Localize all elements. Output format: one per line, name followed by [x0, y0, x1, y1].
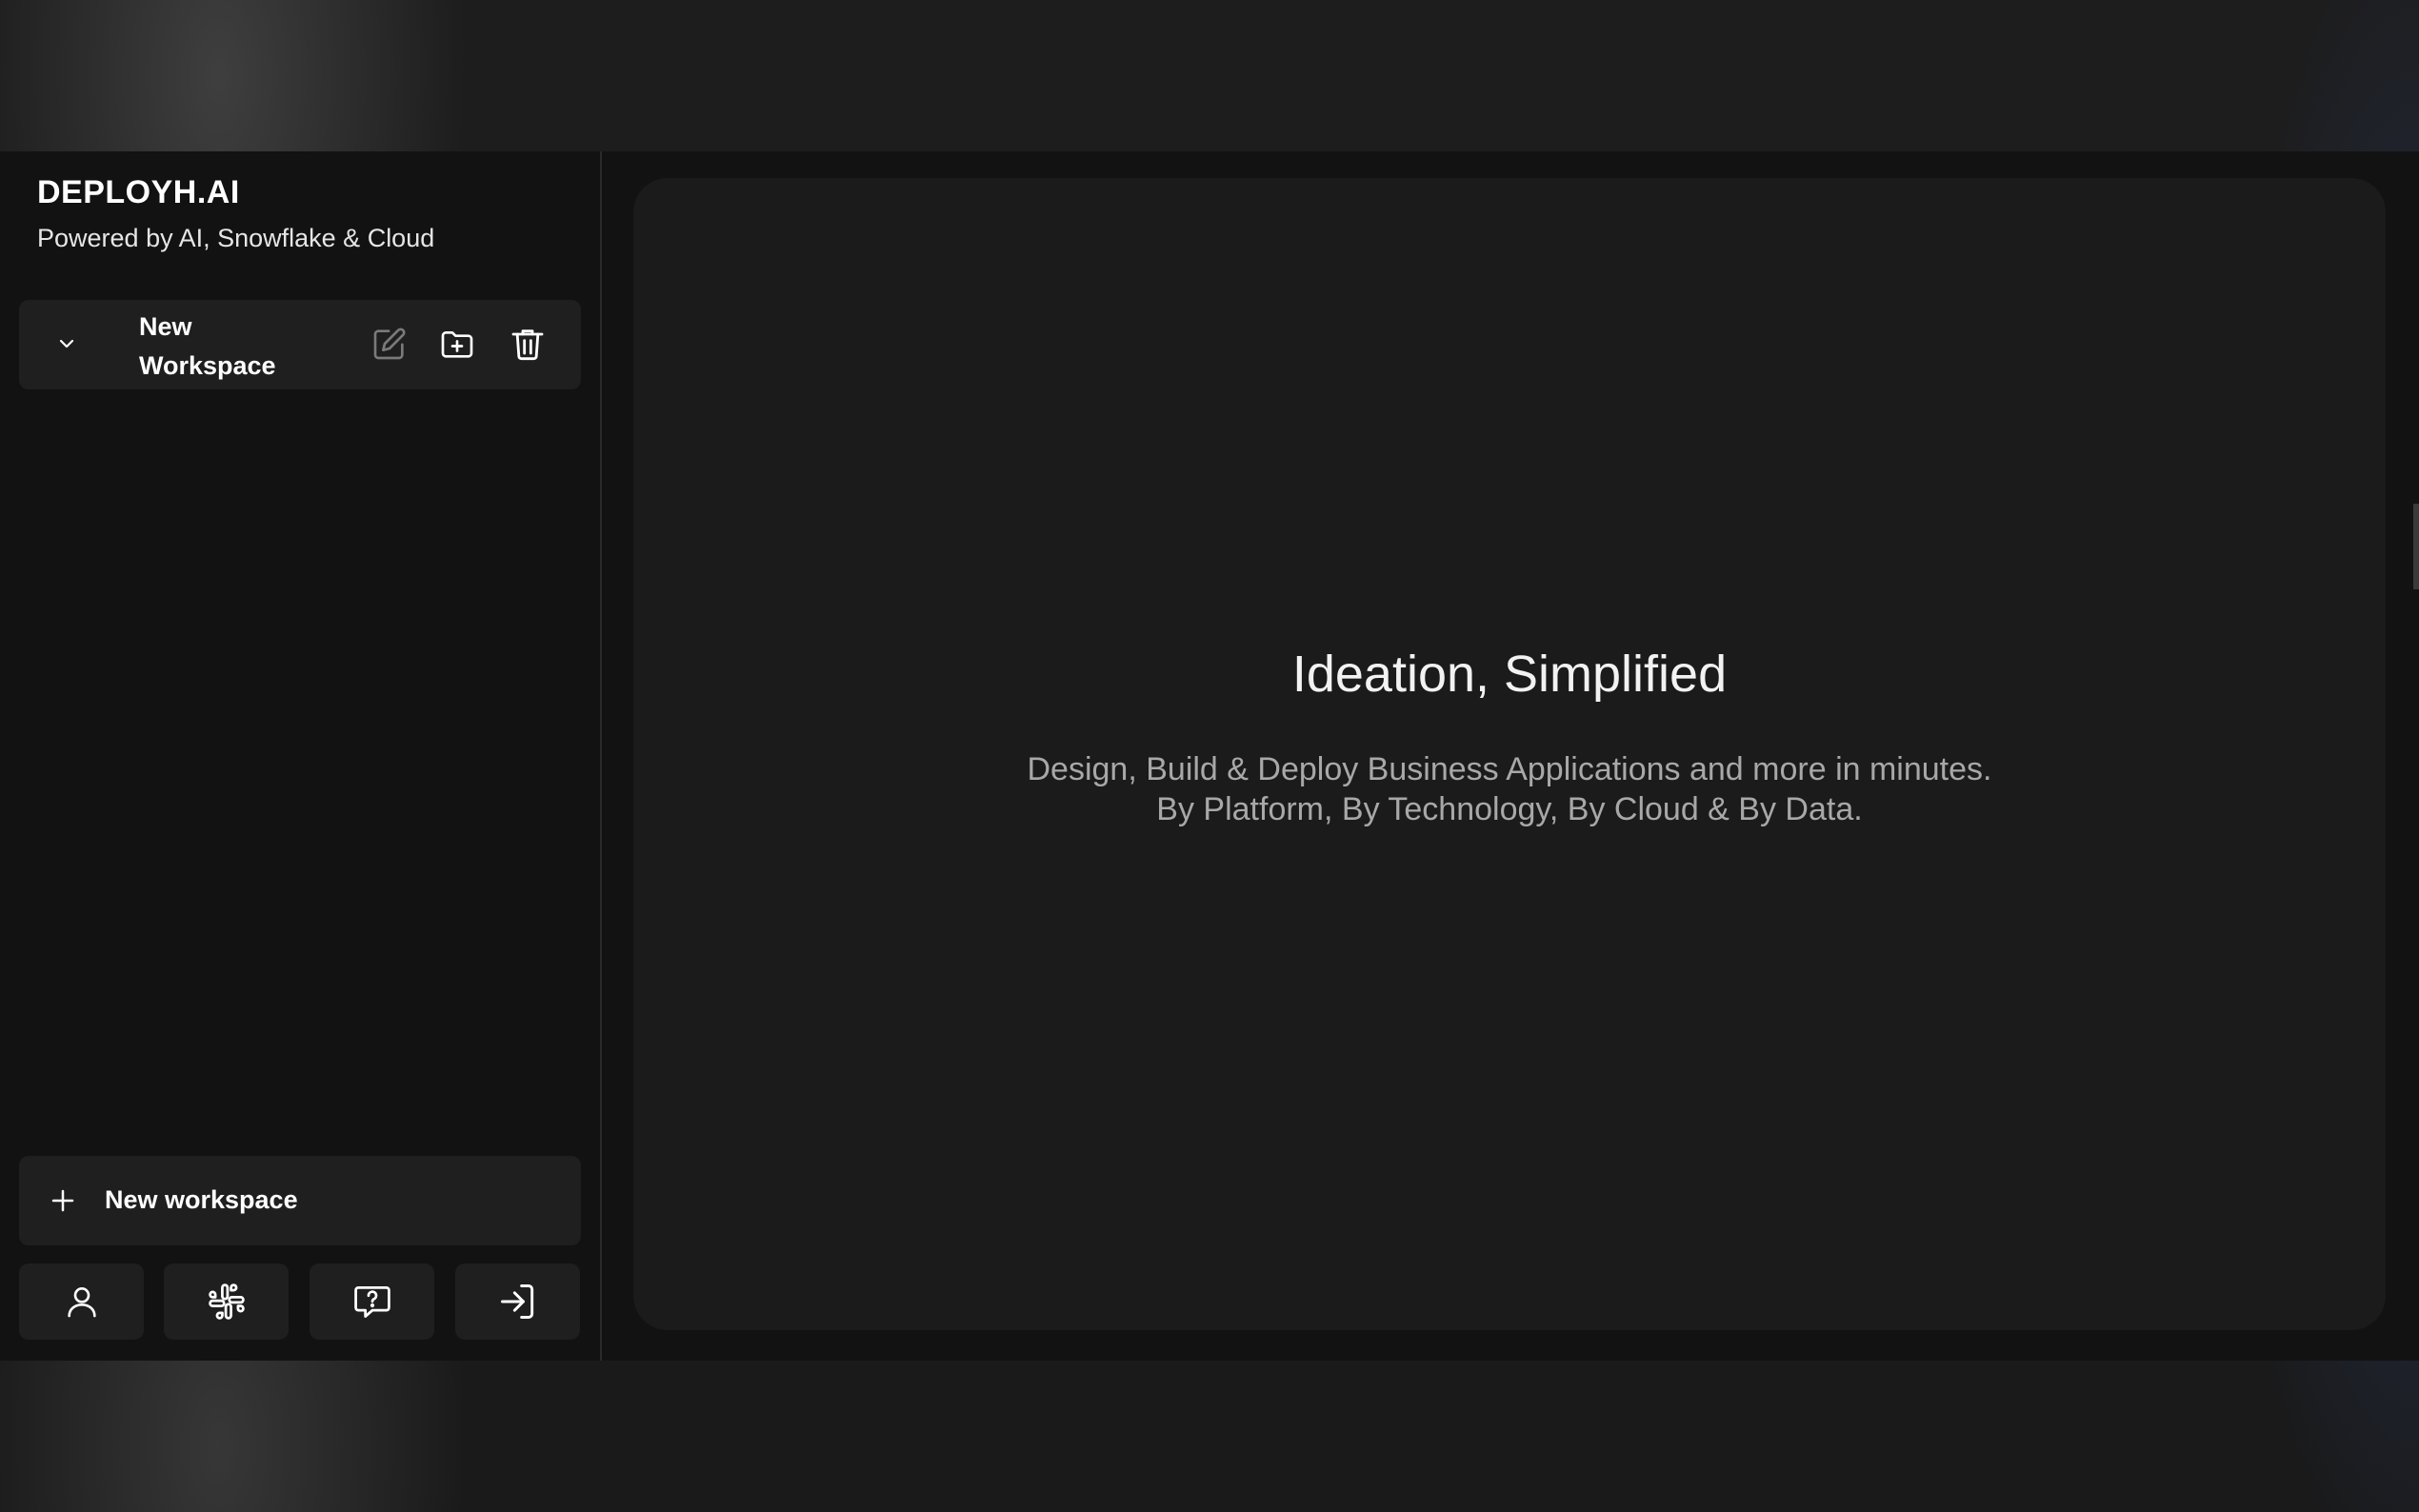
- brand-title: DEPLOYH.AI: [37, 174, 240, 210]
- plus-icon: [44, 1182, 82, 1220]
- profile-button[interactable]: [19, 1263, 144, 1340]
- brand-subtitle: Powered by AI, Snowflake & Cloud: [37, 224, 435, 252]
- hero-description-line-2: By Platform, By Technology, By Cloud & B…: [1156, 791, 1863, 827]
- main-panel: Ideation, Simplified Design, Build & Dep…: [633, 178, 2386, 1330]
- login-icon: [497, 1281, 539, 1323]
- trash-icon[interactable]: [505, 321, 550, 367]
- hero-description-line-1: Design, Build & Deploy Business Applicat…: [1027, 751, 1992, 787]
- new-workspace-label: New workspace: [105, 1185, 298, 1214]
- edit-icon[interactable]: [367, 321, 412, 367]
- login-button[interactable]: [455, 1263, 580, 1340]
- workspace-item[interactable]: New Workspace: [19, 300, 581, 389]
- chevron-down-icon[interactable]: [48, 325, 86, 363]
- slack-button[interactable]: [164, 1263, 289, 1340]
- app-window: DEPLOYH.AI Powered by AI, Snowflake & Cl…: [0, 151, 2419, 1361]
- workspace-name: New Workspace: [139, 312, 276, 380]
- slack-icon: [206, 1281, 248, 1323]
- new-workspace-button[interactable]: New workspace: [19, 1156, 581, 1245]
- hero-description: Design, Build & Deploy Business Applicat…: [633, 749, 2386, 829]
- scrollbar[interactable]: [2413, 504, 2419, 589]
- help-button[interactable]: [310, 1263, 434, 1340]
- user-icon: [63, 1283, 101, 1321]
- hero-title: Ideation, Simplified: [1291, 646, 1728, 703]
- sidebar: DEPLOYH.AI Powered by AI, Snowflake & Cl…: [0, 151, 602, 1361]
- help-chat-icon: [351, 1281, 393, 1323]
- folder-plus-icon[interactable]: [434, 321, 480, 367]
